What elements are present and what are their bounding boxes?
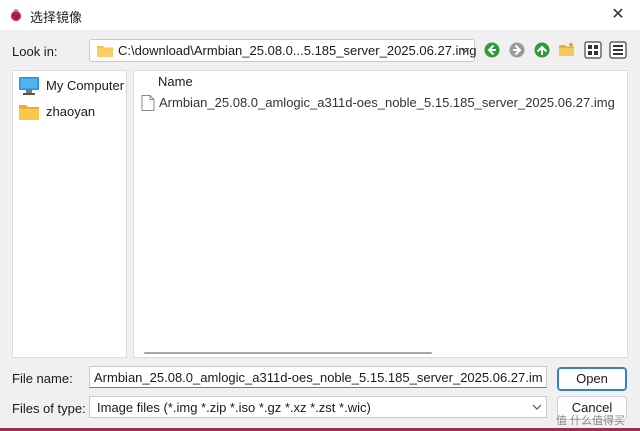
detail-view-button[interactable] <box>608 40 628 60</box>
list-view-icon <box>584 41 602 59</box>
raspberry-icon <box>11 9 21 21</box>
horizontal-scrollbar[interactable] <box>144 352 432 354</box>
chevron-down-icon <box>532 404 542 410</box>
title-bar: 选择镜像 ✕ <box>0 0 640 30</box>
column-header-name[interactable]: Name <box>158 74 193 89</box>
arrow-right-icon <box>509 42 525 58</box>
chevron-down-icon <box>460 47 470 53</box>
folder-icon <box>19 105 39 120</box>
file-icon <box>141 95 155 111</box>
close-button[interactable]: ✕ <box>604 4 632 26</box>
places-sidebar: My Computer zhaoyan <box>12 70 127 358</box>
file-type-combobox[interactable]: Image files (*.img *.zip *.iso *.gz *.xz… <box>89 396 547 418</box>
look-in-label: Look in: <box>12 44 58 59</box>
file-dialog: 选择镜像 ✕ Look in: C:\download\Armbian_25.0… <box>0 0 640 428</box>
computer-icon <box>19 77 39 95</box>
back-button[interactable] <box>482 40 502 60</box>
file-name-input[interactable] <box>89 366 547 388</box>
file-type-label: Files of type: <box>12 401 86 416</box>
sidebar-item-my-computer[interactable]: My Computer <box>18 74 125 98</box>
close-icon: ✕ <box>611 6 625 23</box>
list-item[interactable]: Armbian_25.08.0_amlogic_a311d-oes_noble_… <box>138 93 623 113</box>
arrow-left-icon <box>484 42 500 58</box>
parent-folder-button[interactable] <box>532 40 552 60</box>
sidebar-item-zhaoyan[interactable]: zhaoyan <box>18 100 123 124</box>
arrow-up-icon <box>534 42 550 58</box>
folder-icon <box>97 46 113 57</box>
file-name: Armbian_25.08.0_amlogic_a311d-oes_noble_… <box>159 95 615 110</box>
sidebar-item-label: My Computer <box>46 78 125 93</box>
watermark: 值 什么值得买 <box>556 415 626 427</box>
detail-view-icon <box>609 41 627 59</box>
new-folder-button[interactable] <box>557 40 577 60</box>
sidebar-item-label: zhaoyan <box>46 104 96 119</box>
look-in-combobox[interactable]: C:\download\Armbian_25.08.0...5.185_serv… <box>89 39 477 62</box>
list-view-button[interactable] <box>583 40 603 60</box>
window-title: 选择镜像 <box>30 10 83 25</box>
forward-button[interactable] <box>507 40 527 60</box>
file-list: Name Armbian_25.08.0_amlogic_a311d-oes_n… <box>133 70 628 358</box>
look-in-path: C:\download\Armbian_25.08.0...5.185_serv… <box>118 43 477 58</box>
file-type-value: Image files (*.img *.zip *.iso *.gz *.xz… <box>97 400 371 415</box>
open-button[interactable]: Open <box>557 367 627 391</box>
new-folder-icon <box>559 42 574 56</box>
file-name-label: File name: <box>12 371 73 386</box>
